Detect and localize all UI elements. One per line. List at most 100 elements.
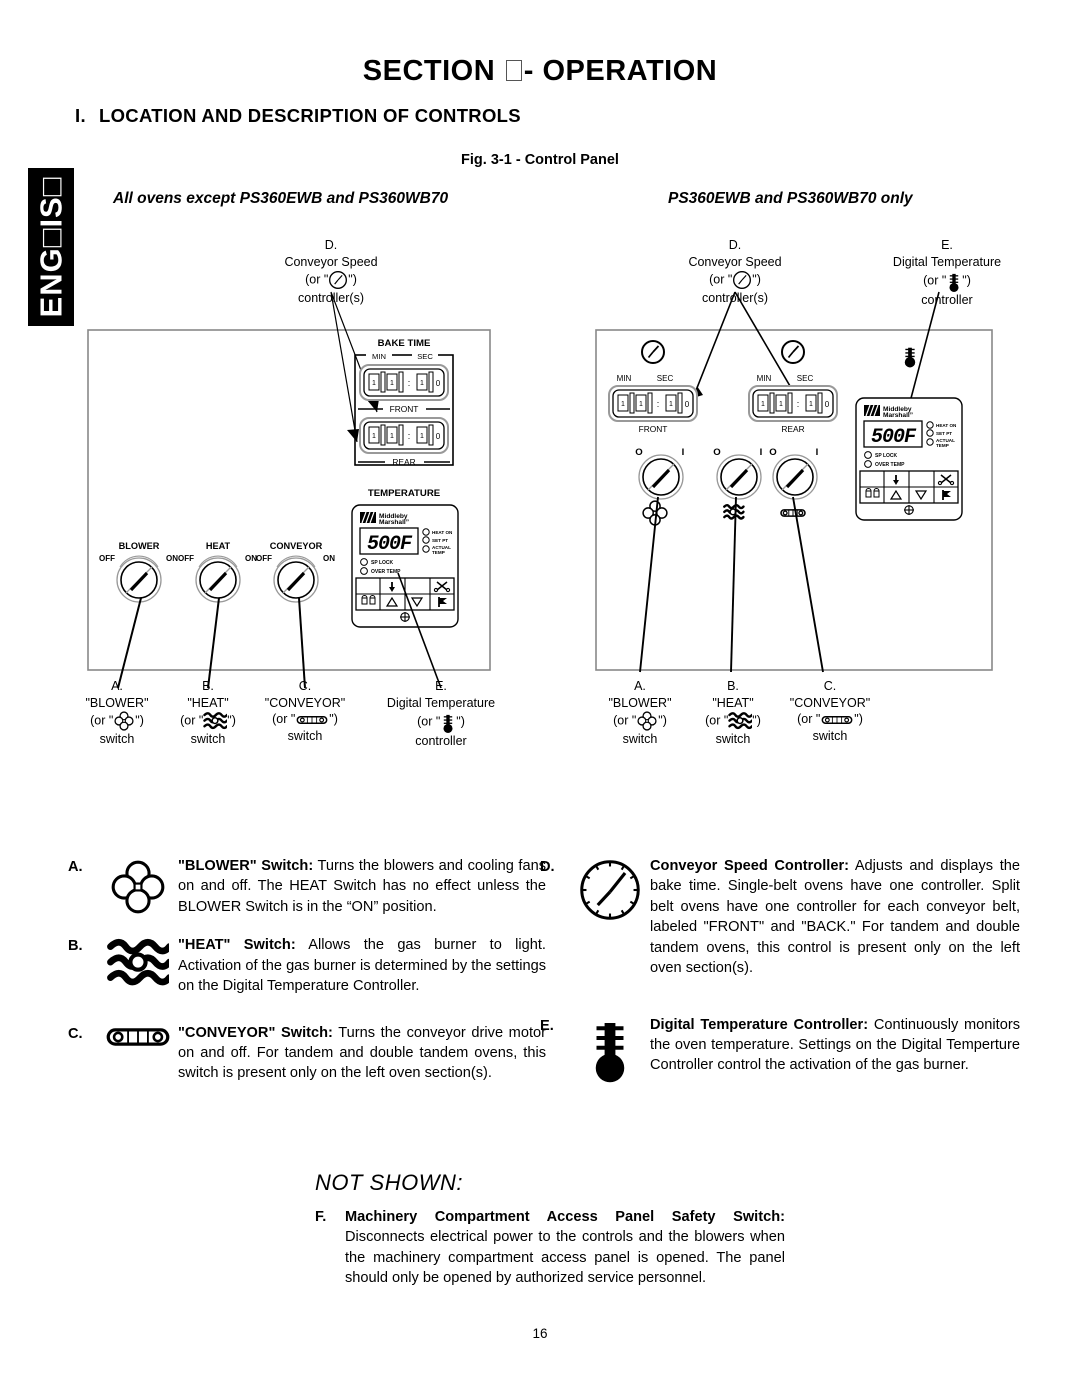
svg-text:ACTUAL: ACTUAL xyxy=(936,438,955,443)
description-item-e-title: Digital Temperature Controller: xyxy=(650,1016,869,1033)
right-callout-d-line3: controller(s) xyxy=(702,291,768,305)
svg-text:MIN: MIN xyxy=(617,374,632,383)
left-bottom-callout-e-letter: E. xyxy=(435,679,447,693)
heat-icon xyxy=(728,711,753,731)
right-callout-d-letter: D. xyxy=(728,238,742,252)
svg-text:TEMP: TEMP xyxy=(936,443,949,448)
description-item-b-text: "HEAT" Switch: Allows the gas burner to … xyxy=(178,935,546,996)
svg-text::: : xyxy=(657,399,660,409)
clock-icon xyxy=(328,270,348,290)
not-shown-item-f-title: Machinery Compartment Access Panel Safet… xyxy=(345,1209,785,1225)
description-item-a-letter: A. xyxy=(68,859,83,875)
left-bottom-callout-b-or-pre: (or " xyxy=(180,713,204,728)
svg-text:ON: ON xyxy=(166,554,178,563)
svg-text:REAR: REAR xyxy=(392,457,415,467)
clock-icon xyxy=(570,856,650,922)
description-item-c-title: "CONVEYOR" Switch: xyxy=(178,1024,333,1041)
svg-text:OFF: OFF xyxy=(256,554,272,563)
left-bottom-callout-b: B. "HEAT" (or " ") switch xyxy=(165,678,251,748)
svg-text:BAKE TIME: BAKE TIME xyxy=(378,338,431,349)
thermometer-icon xyxy=(570,1015,650,1083)
thermometer-icon xyxy=(946,270,962,292)
fan-icon xyxy=(113,711,135,731)
svg-text:MIN: MIN xyxy=(372,352,386,361)
page-number: 16 xyxy=(532,1326,548,1341)
right-callout-d-line2: (or " ") xyxy=(672,270,798,290)
svg-text:SP LOCK: SP LOCK xyxy=(371,560,394,566)
description-item-b: B. "HEAT" Switch: Allows the gas burner … xyxy=(68,935,546,996)
right-bottom-callout-a: A. "BLOWER" (or " ") switch xyxy=(593,678,687,748)
left-callout-d: D. Conveyor Speed (or " ") controller(s) xyxy=(268,237,394,307)
left-callout-d-letter: D. xyxy=(324,238,338,252)
description-item-c-letter: C. xyxy=(68,1025,83,1042)
right-callout-e-or-post: ") xyxy=(962,273,971,288)
svg-text:0: 0 xyxy=(436,379,441,388)
left-callout-d-line2: (or " ") xyxy=(268,270,394,290)
right-bottom-callout-b-or-post: ") xyxy=(752,713,761,728)
left-bottom-callout-a-letter: A. xyxy=(111,679,123,693)
right-bottom-callout-b-letter: B. xyxy=(727,679,739,693)
left-bottom-callout-e-tail: controller xyxy=(415,734,467,748)
not-shown-item-f: F. Machinery Compartment Access Panel Sa… xyxy=(315,1207,785,1289)
section-subtitle: I. LOCATION AND DESCRIPTION OF CONTROLS xyxy=(75,105,521,127)
svg-text:SEC: SEC xyxy=(657,374,674,383)
right-bottom-callout-c-tail: switch xyxy=(812,728,848,743)
svg-text:I: I xyxy=(760,447,763,458)
svg-text:O: O xyxy=(635,447,643,458)
left-bottom-callout-b-name: "HEAT" xyxy=(187,695,229,710)
section-title-pre: SECTION xyxy=(362,55,504,87)
svg-text:1: 1 xyxy=(420,380,424,387)
right-bottom-callout-a-letter: A. xyxy=(634,679,646,693)
right-callout-d: D. Conveyor Speed (or " ") controller(s) xyxy=(672,237,798,307)
right-bottom-callout-b-tail: switch xyxy=(715,732,751,746)
heat-icon xyxy=(98,935,178,989)
svg-text:SET PT: SET PT xyxy=(936,431,952,436)
description-item-a-title: "BLOWER" Switch: xyxy=(178,858,314,874)
description-item-d-letter: D. xyxy=(540,859,555,875)
left-bottom-callout-b-letter: B. xyxy=(202,679,214,693)
right-bottom-callout-c-name: "CONVEYOR" xyxy=(789,695,871,710)
language-tab: ENG□IS□ xyxy=(28,168,74,326)
svg-text:1: 1 xyxy=(390,433,394,440)
not-shown-item-f-body: Disconnects electrical power to the cont… xyxy=(345,1229,785,1287)
left-callout-d-or-post: ") xyxy=(348,272,357,287)
svg-text:500F: 500F xyxy=(871,426,917,449)
left-bottom-callout-c: C. "CONVEYOR" (or " ") switch xyxy=(250,678,360,744)
svg-text:1: 1 xyxy=(809,401,813,408)
right-bottom-callout-c-or-post: ") xyxy=(854,712,863,726)
left-bottom-callout-b-tail: switch xyxy=(190,732,226,746)
right-bottom-callout-c: C. "CONVEYOR" (or " ") switch xyxy=(775,678,885,744)
left-bottom-callout-e-name: Digital Temperature xyxy=(386,695,496,710)
svg-text:O: O xyxy=(713,447,721,458)
svg-text:0: 0 xyxy=(436,432,441,441)
thermometer-icon xyxy=(440,711,456,733)
svg-text:HEAT ON: HEAT ON xyxy=(936,423,957,428)
svg-text:OFF: OFF xyxy=(99,554,115,563)
svg-text:1: 1 xyxy=(779,401,783,408)
description-item-d-text: Conveyor Speed Controller: Adjusts and d… xyxy=(650,856,1020,979)
left-callout-d-or-pre: (or " xyxy=(305,272,329,287)
right-bottom-callout-b-or-pre: (or " xyxy=(705,713,729,728)
right-callout-e-or-pre: (or " xyxy=(923,273,947,288)
description-item-e-letter: E. xyxy=(540,1017,554,1034)
right-callout-e-line1: Digital Temperature xyxy=(892,254,1002,269)
svg-text:Marshall”: Marshall” xyxy=(883,412,913,419)
svg-text:I: I xyxy=(682,447,685,458)
right-callout-d-or-pre: (or " xyxy=(709,272,733,287)
description-item-d: D. Conveyor Speed Controller: Adjusts an… xyxy=(540,856,1020,979)
left-callout-d-line1: Conveyor Speed xyxy=(284,254,378,269)
left-bottom-callout-c-or-post: ") xyxy=(329,712,338,726)
right-callout-d-line1: Conveyor Speed xyxy=(688,254,782,269)
svg-text:OFF: OFF xyxy=(178,554,194,563)
description-item-b-letter: B. xyxy=(68,938,83,955)
conveyor-icon xyxy=(820,714,854,726)
svg-text:500F: 500F xyxy=(367,533,413,556)
left-bottom-callout-c-name: "CONVEYOR" xyxy=(264,695,346,710)
description-item-e: E. Digital Temperature Controller: Conti… xyxy=(540,1015,1020,1083)
right-callout-d-or-post: ") xyxy=(752,272,761,287)
svg-text:TEMPERATURE: TEMPERATURE xyxy=(368,488,441,499)
left-bottom-callout-a-or-post: ") xyxy=(135,713,144,728)
svg-text::: : xyxy=(797,399,800,409)
missing-glyph-box xyxy=(505,60,522,81)
language-tab-label: ENG□IS□ xyxy=(33,176,69,318)
